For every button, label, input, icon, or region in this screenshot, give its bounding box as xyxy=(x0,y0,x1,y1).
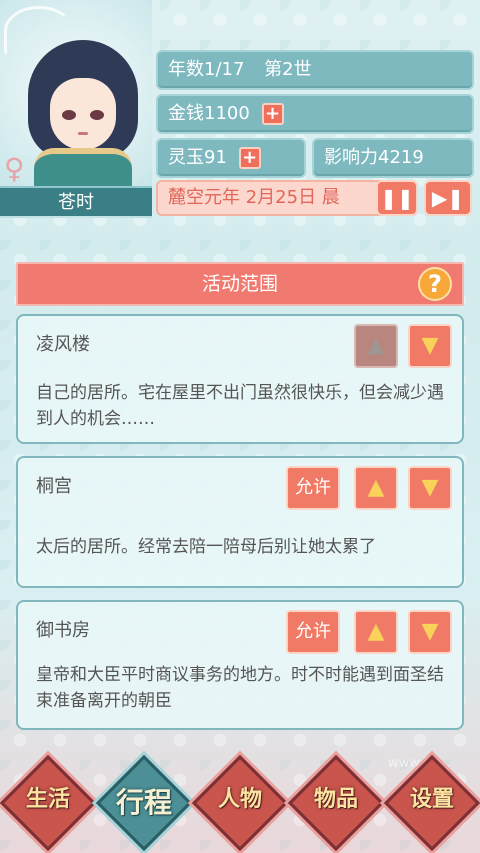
allow-button[interactable]: 允许 xyxy=(286,610,340,654)
avatar-right-eye xyxy=(90,110,104,120)
location-card-tonggong: 桐宫 允许 ▲ ▼ 太后的居所。经常去陪一陪母后别让她太累了 xyxy=(16,456,464,588)
skip-forward-icon: ▶❚ xyxy=(431,186,465,210)
pause-button[interactable]: ❚❚ xyxy=(376,180,418,216)
character-portrait[interactable]: ♀ 苍时 xyxy=(0,0,152,218)
activity-range-header: 活动范围 ? xyxy=(16,262,464,306)
nav-label: 行程 xyxy=(115,786,172,819)
nav-settings[interactable]: 设置 xyxy=(383,754,480,852)
nav-label: 人物 xyxy=(217,787,262,812)
avatar-mouth xyxy=(78,132,88,135)
money-text: 金钱1100 xyxy=(168,103,250,124)
location-card-lingfenglou: 凌风楼 ▲ ▼ 自己的居所。宅在屋里不出门虽然很快乐，但会减少遇到人的机会…… xyxy=(16,314,464,444)
generation-text: 第2世 xyxy=(264,59,312,80)
location-title: 桐宫 xyxy=(36,476,72,497)
move-down-button[interactable]: ▼ xyxy=(408,466,452,510)
triangle-up-icon: ▲ xyxy=(367,333,385,358)
avatar-collar xyxy=(34,148,132,190)
avatar-left-eye xyxy=(62,110,76,120)
add-jade-button[interactable]: + xyxy=(238,147,261,169)
nav-label: 物品 xyxy=(313,787,358,812)
nav-life[interactable]: 生活 xyxy=(0,754,97,852)
allow-button[interactable]: 允许 xyxy=(286,466,340,510)
skip-button[interactable]: ▶❚ xyxy=(424,180,472,216)
nav-label: 设置 xyxy=(409,787,454,812)
influence-text: 影响力4219 xyxy=(324,147,424,168)
money-panel: 金钱1100 + xyxy=(156,94,474,134)
pause-icon: ❚❚ xyxy=(380,186,414,210)
bottom-nav: 生活 行程 人物 物品 设置 xyxy=(0,735,480,853)
jade-panel: 灵玉91 + xyxy=(156,138,306,178)
section-title: 活动范围 xyxy=(201,273,278,295)
year-panel: 年数1/17 第2世 xyxy=(156,50,474,90)
years-text: 年数1/17 xyxy=(168,59,245,80)
character-name: 苍时 xyxy=(0,186,152,216)
location-description: 太后的居所。经常去陪一陪母后别让她太累了 xyxy=(36,537,376,557)
move-up-button[interactable]: ▲ xyxy=(354,466,398,510)
move-down-button[interactable]: ▼ xyxy=(408,324,452,368)
location-title: 凌风楼 xyxy=(36,334,90,355)
location-description: 皇帝和大臣平时商议事务的地方。时不时能遇到面圣结束准备离开的朝臣 xyxy=(36,665,444,711)
nav-schedule[interactable]: 行程 xyxy=(95,754,193,852)
female-icon: ♀ xyxy=(4,152,25,185)
help-button[interactable]: ? xyxy=(418,267,452,301)
move-up-button[interactable]: ▲ xyxy=(354,610,398,654)
move-up-button[interactable]: ▲ xyxy=(354,324,398,368)
move-down-button[interactable]: ▼ xyxy=(408,610,452,654)
triangle-down-icon: ▼ xyxy=(421,333,439,358)
location-card-yushufang: 御书房 允许 ▲ ▼ 皇帝和大臣平时商议事务的地方。时不时能遇到面圣结束准备离开… xyxy=(16,600,464,730)
location-description: 自己的居所。宅在屋里不出门虽然很快乐，但会减少遇到人的机会…… xyxy=(36,383,444,429)
nav-characters[interactable]: 人物 xyxy=(191,754,289,852)
nav-label: 生活 xyxy=(25,787,70,812)
nav-items[interactable]: 物品 xyxy=(287,754,385,852)
influence-panel: 影响力4219 xyxy=(312,138,474,178)
jade-text: 灵玉91 xyxy=(168,147,227,168)
question-icon: ? xyxy=(428,270,442,298)
triangle-up-icon: ▲ xyxy=(367,475,385,500)
triangle-up-icon: ▲ xyxy=(367,619,385,644)
avatar-face xyxy=(50,78,116,150)
location-title: 御书房 xyxy=(36,620,90,641)
date-text: 麓空元年 2月25日 晨 xyxy=(168,187,340,208)
avatar xyxy=(28,40,138,190)
triangle-down-icon: ▼ xyxy=(421,475,439,500)
triangle-down-icon: ▼ xyxy=(421,619,439,644)
add-money-button[interactable]: + xyxy=(261,103,284,125)
